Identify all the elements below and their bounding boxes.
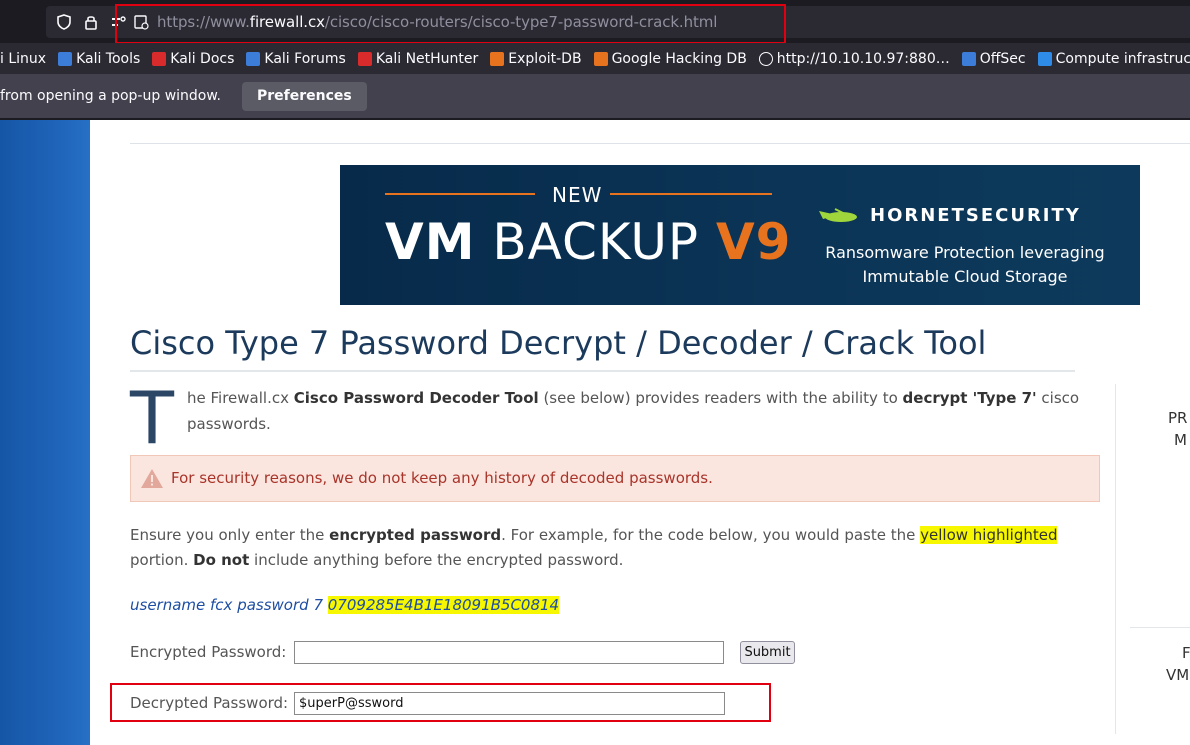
alert-text: For security reasons, we do not keep any… — [171, 469, 713, 487]
bookmark-item[interactable]: Kali Tools — [58, 51, 140, 67]
encrypted-password-input[interactable] — [294, 641, 724, 664]
ghdb-icon — [593, 51, 608, 66]
popup-blocked-notification: from opening a pop-up window. Preference… — [0, 74, 1190, 120]
banner-tagline-2: Immutable Cloud Storage — [862, 267, 1068, 286]
banner-product-backup: BACKUP — [475, 213, 716, 271]
preferences-button[interactable]: Preferences — [241, 81, 367, 111]
bookmark-item[interactable]: OffSec — [961, 50, 1026, 67]
bookmark-label: Google Hacking DB — [611, 50, 747, 67]
banner-new-label: NEW — [552, 183, 603, 207]
lock-icon[interactable] — [82, 13, 100, 31]
banner-line-right — [610, 193, 772, 195]
bookmark-item[interactable]: Kali Docs — [152, 51, 234, 67]
bookmark-label: http://10.10.10.97:880… — [776, 50, 950, 67]
left-decoration — [0, 120, 90, 745]
banner-product-vm: VM — [385, 213, 476, 271]
decrypted-password-label: Decrypted Password: — [130, 694, 289, 712]
bookmark-label: Kali Docs — [170, 50, 235, 67]
example-command: username fcx password 7 0709285E4B1E1809… — [130, 596, 560, 614]
exploit-db-icon — [490, 51, 505, 66]
hornet-logo-icon — [819, 208, 857, 222]
instructions-bold: Do not — [193, 551, 250, 569]
ad-banner[interactable]: NEW VM BACKUP V9 HORNETSECURITY Ransomwa… — [340, 165, 1140, 305]
kali-docs-icon — [152, 51, 167, 66]
bookmark-label: Kali NetHunter — [375, 50, 479, 67]
globe-icon — [758, 51, 773, 66]
bookmark-item[interactable]: Exploit-DB — [490, 50, 582, 67]
bookmark-label: Exploit-DB — [508, 50, 582, 67]
instructions-text: portion. — [130, 551, 194, 569]
azure-icon — [1037, 51, 1052, 66]
banner-product: VM BACKUP V9 — [385, 213, 791, 271]
intro-text: he Firewall.cx — [187, 389, 294, 407]
banner-line-left — [385, 193, 535, 195]
banner-brand: HORNETSECURITY — [870, 205, 1081, 226]
kali-forums-icon — [246, 51, 261, 66]
submit-button[interactable]: Submit — [740, 641, 795, 664]
divider — [130, 143, 1190, 144]
intro-bold-tool: Cisco Password Decoder Tool — [293, 389, 539, 407]
intro-bold-decrypt: decrypt 'Type 7' — [902, 389, 1037, 407]
instructions-text: Ensure you only enter the — [130, 526, 330, 544]
instructions-bold: encrypted password — [329, 526, 502, 544]
bookmark-item[interactable]: Kali NetHunter — [357, 50, 479, 67]
notification-text: from opening a pop-up window. — [0, 88, 221, 104]
bookmark-label: i Linux — [0, 50, 47, 67]
bookmark-item[interactable]: Google Hacking DB — [593, 50, 747, 67]
sidebar-text-fragment: M — [1174, 431, 1187, 449]
sidebar-text-fragment: VM — [1166, 666, 1190, 684]
sidebar-divider — [1115, 384, 1116, 734]
bookmarks-toolbar: i Linux Kali Tools Kali Docs Kali Forums Kal… — [0, 43, 1190, 74]
example-prefix: username fcx password 7 — [130, 596, 328, 614]
toolbar: https://www.firewall.cx/cisco/cisco-rout… — [0, 0, 1190, 44]
bookmark-item[interactable]: i Linux — [0, 51, 46, 67]
example-code: 0709285E4B1E18091B5C0814 — [327, 596, 560, 614]
kali-tools-icon — [58, 51, 73, 66]
instructions-paragraph: Ensure you only enter the encrypted pass… — [130, 523, 1090, 573]
security-alert: For security reasons, we do not keep any… — [130, 455, 1100, 502]
intro-text: (see below) provides readers with the ab… — [538, 389, 903, 407]
bookmark-item[interactable]: Compute infrastructur… — [1037, 50, 1190, 67]
instructions-text: . For example, for the code below, you w… — [501, 526, 921, 544]
bookmark-label: Kali Forums — [264, 50, 346, 67]
decrypted-password-field[interactable]: $uperP@ssword — [294, 692, 725, 715]
bookmark-label: OffSec — [979, 50, 1026, 67]
sidebar-divider — [1130, 627, 1190, 628]
nethunter-icon — [357, 51, 372, 66]
dropcap-letter: T — [130, 376, 174, 460]
warning-icon — [141, 469, 163, 488]
banner-tagline-1: Ransomware Protection leveraging — [825, 243, 1105, 262]
sidebar-text-fragment: F — [1182, 644, 1190, 662]
encrypted-password-label: Encrypted Password: — [130, 643, 287, 661]
page-title: Cisco Type 7 Password Decrypt / Decoder … — [130, 324, 987, 362]
bookmark-item[interactable]: Kali Forums — [246, 50, 346, 67]
url-annotation-box — [115, 4, 786, 44]
sidebar-text-fragment: PR — [1168, 409, 1188, 427]
instructions-highlight: yellow highlighted — [920, 526, 1058, 544]
shield-icon[interactable] — [55, 13, 73, 31]
offsec-icon — [961, 51, 976, 66]
instructions-text: include anything before the encrypted pa… — [249, 551, 624, 569]
intro-paragraph: he Firewall.cx Cisco Password Decoder To… — [187, 385, 1087, 437]
banner-tagline: Ransomware Protection leveraging Immutab… — [800, 241, 1130, 289]
bookmark-label: Compute infrastructur… — [1055, 50, 1190, 67]
bookmark-item[interactable]: http://10.10.10.97:880… — [758, 50, 950, 67]
banner-product-version: V9 — [715, 213, 792, 271]
title-divider — [130, 370, 1075, 372]
bookmark-label: Kali Tools — [76, 50, 141, 67]
